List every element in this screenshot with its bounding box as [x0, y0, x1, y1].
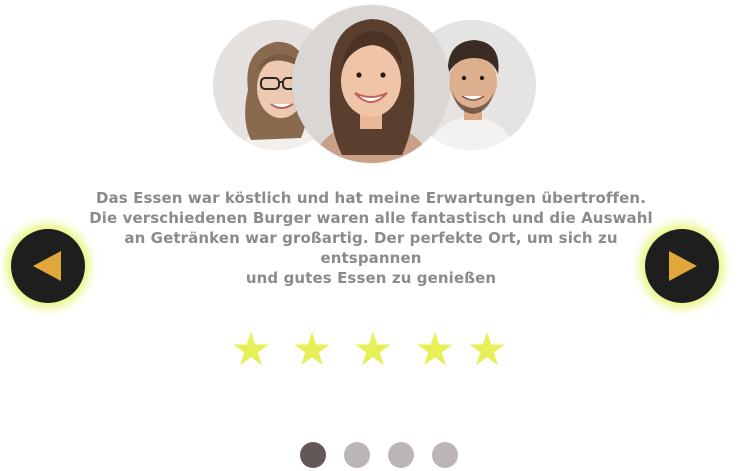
pagination-dot-4[interactable]: [432, 442, 458, 468]
testimonial-line: entspannen: [320, 249, 422, 267]
next-button[interactable]: [645, 229, 719, 303]
star-icon: ★: [291, 322, 333, 376]
pagination-dot-1[interactable]: [300, 442, 326, 468]
avatar-woman-smiling: [292, 5, 450, 163]
pagination-dot-3[interactable]: [388, 442, 414, 468]
testimonial-text: Das Essen war köstlich und hat meine Erw…: [60, 188, 682, 288]
star-icon: ★: [414, 322, 456, 376]
star-icon: ★: [352, 322, 394, 376]
pagination-dots: [0, 442, 740, 468]
testimonial-line: an Getränken war großartig. Der perfekte…: [124, 229, 618, 247]
play-left-icon: [33, 251, 61, 281]
testimonial-line: Die verschiedenen Burger waren alle fant…: [89, 209, 653, 227]
pagination-dot-2[interactable]: [344, 442, 370, 468]
star-icon: ★: [230, 322, 272, 376]
rating-stars: ★ ★ ★ ★ ★: [0, 326, 740, 376]
testimonial-line: und gutes Essen zu genießen: [245, 269, 497, 287]
testimonial-slider: Das Essen war köstlich und hat meine Erw…: [0, 0, 740, 471]
testimonial-line: Das Essen war köstlich und hat meine Erw…: [95, 189, 646, 207]
star-icon: ★: [466, 322, 508, 376]
play-right-icon: [669, 251, 697, 281]
prev-button[interactable]: [11, 229, 85, 303]
